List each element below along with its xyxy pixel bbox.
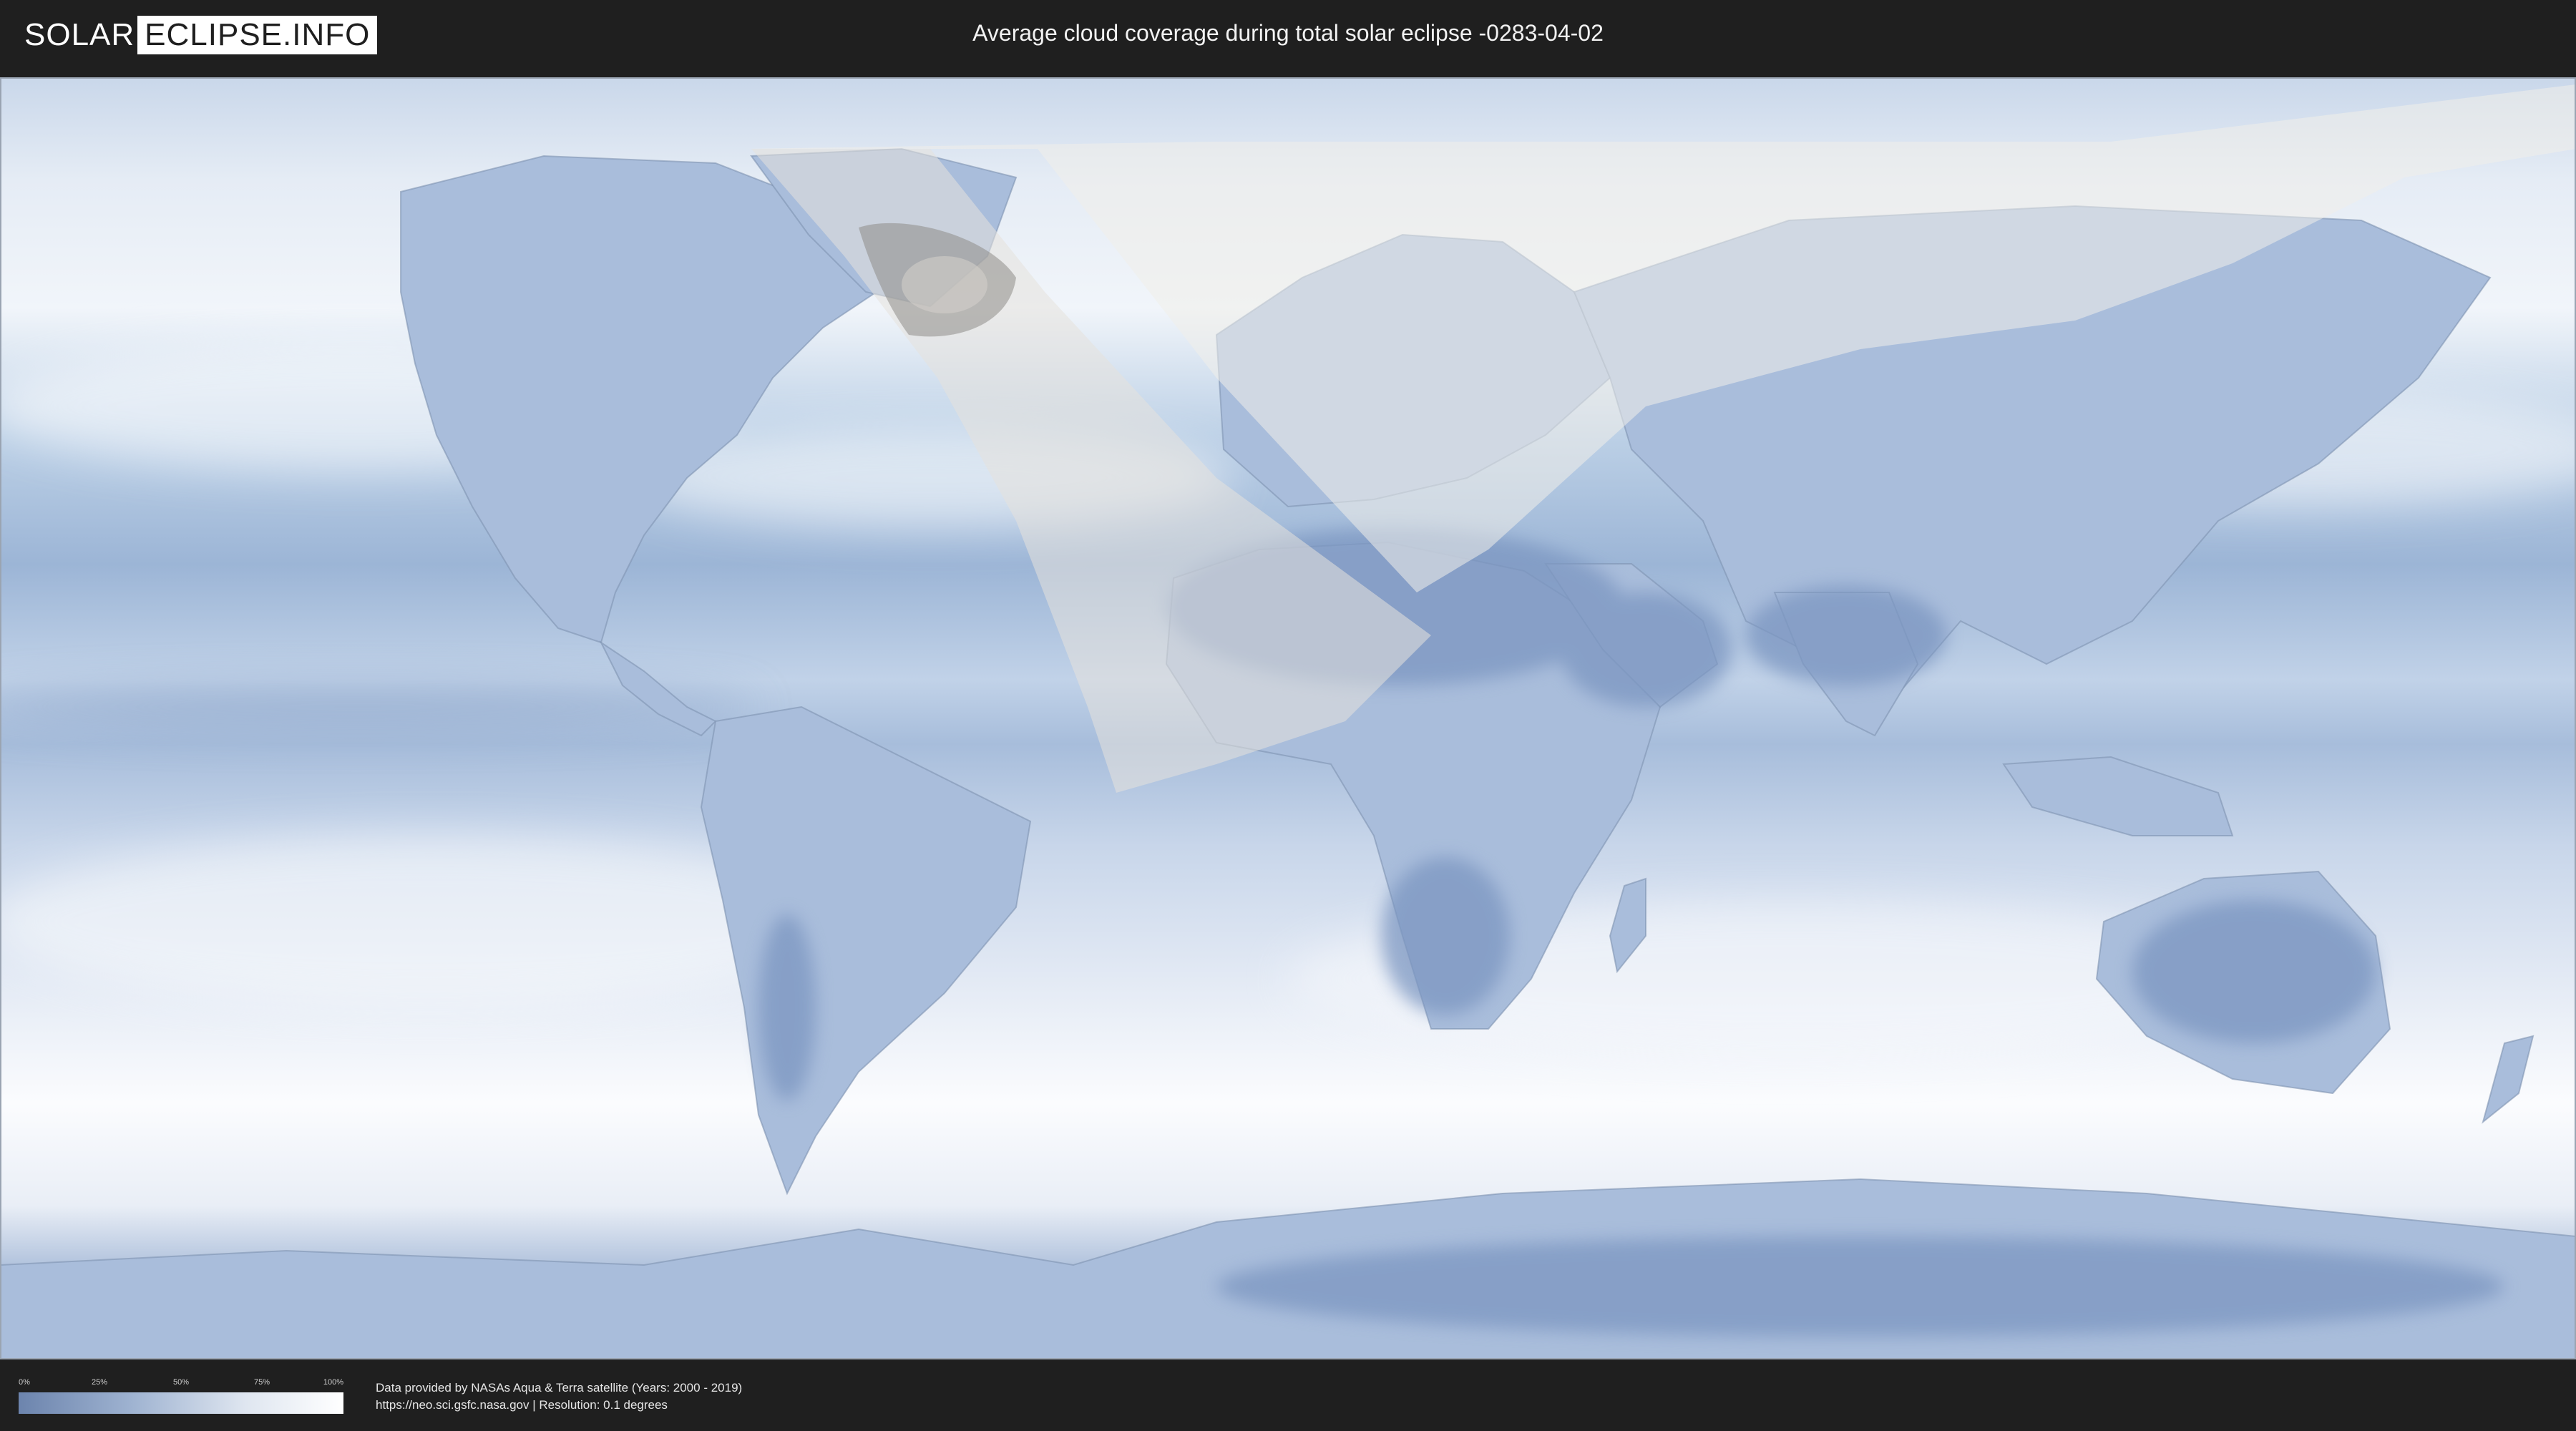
header-bar: SOLAR ECLIPSE.INFO Average cloud coverag… — [0, 0, 2576, 72]
legend-tick-50: 50% — [172, 1378, 190, 1387]
footer-bar: 0% 25% 50% 75% 100% Data provided by NAS… — [0, 1359, 2576, 1431]
legend-ticks: 0% 25% 50% 75% 100% — [19, 1378, 343, 1388]
eclipse-umbra-core — [902, 256, 987, 313]
legend-tick-0: 0% — [19, 1378, 30, 1387]
site-logo[interactable]: SOLAR ECLIPSE.INFO — [24, 16, 378, 54]
legend-color-bar — [19, 1392, 343, 1414]
cloud-coverage-map — [0, 77, 2576, 1359]
legend-tick-100: 100% — [323, 1378, 344, 1387]
data-credits: Data provided by NASAs Aqua & Terra sate… — [376, 1379, 742, 1414]
legend-tick-25: 25% — [91, 1378, 108, 1387]
logo-text-solar: SOLAR — [24, 17, 135, 52]
cloud-coverage-legend: 0% 25% 50% 75% 100% — [19, 1378, 343, 1421]
logo-text-eclipse-info: ECLIPSE.INFO — [137, 16, 378, 54]
credit-line-source: Data provided by NASAs Aqua & Terra sate… — [376, 1381, 743, 1395]
credit-line-url[interactable]: https://neo.sci.gsfc.nasa.gov | Resoluti… — [376, 1397, 742, 1414]
legend-tick-75: 75% — [253, 1378, 270, 1387]
page-title: Average cloud coverage during total sola… — [972, 20, 1604, 46]
world-map-svg — [0, 77, 2576, 1359]
